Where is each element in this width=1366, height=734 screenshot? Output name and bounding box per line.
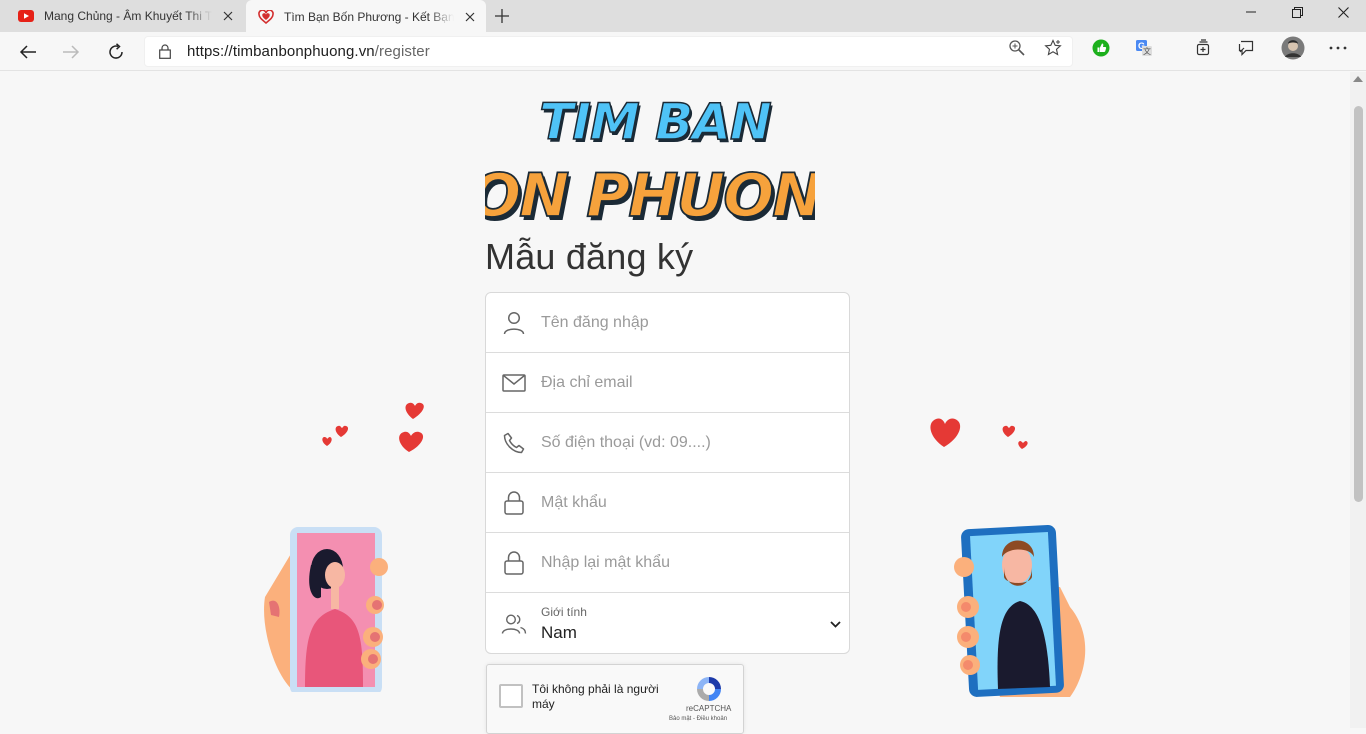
password-input[interactable] <box>541 493 821 512</box>
envelope-icon <box>501 370 527 396</box>
close-window-button[interactable] <box>1320 0 1366 24</box>
gender-label: Giới tính <box>541 605 587 619</box>
close-tab-icon[interactable] <box>218 6 238 26</box>
recaptcha-links[interactable]: Bảo mật - Điều khoản <box>669 716 727 722</box>
translate-icon[interactable]: G文 <box>1135 39 1153 57</box>
svg-text:BON PHUONG: BON PHUONG <box>485 161 815 231</box>
email-field[interactable] <box>486 353 849 413</box>
address-bar-row: https://timbanbonphuong.vn/register G文 <box>0 32 1366 71</box>
confirm-password-input[interactable] <box>541 553 821 572</box>
username-field[interactable] <box>486 293 849 353</box>
page-content: TIM BAN TIM BAN BON PHUONG BON PHUONG Mẫ… <box>0 72 1350 734</box>
scrollbar-thumb[interactable] <box>1354 106 1363 502</box>
phone-field[interactable] <box>486 413 849 473</box>
url-bar[interactable]: https://timbanbonphuong.vn/register <box>144 36 1073 67</box>
youtube-icon <box>18 8 34 24</box>
email-input[interactable] <box>541 373 821 392</box>
recaptcha-checkbox[interactable] <box>499 684 523 708</box>
tab-timbanbonphuong[interactable]: Tìm Bạn Bốn Phương - Kết Bạn Hẹn Hò <box>246 0 486 33</box>
minimize-button[interactable] <box>1228 0 1274 24</box>
lock-icon[interactable] <box>159 44 175 60</box>
svg-text:TIM BAN: TIM BAN <box>539 93 771 151</box>
recaptcha-label: Tôi không phải là người máy <box>532 682 659 711</box>
man-phone-illustration <box>930 418 1086 697</box>
site-logo[interactable]: TIM BAN TIM BAN BON PHUONG BON PHUONG <box>485 84 815 232</box>
tab-bar: Mang Chủng - Âm Khuyết Thi Thính Tìm Bạn… <box>0 0 1366 33</box>
new-tab-button[interactable] <box>490 4 514 28</box>
extension-green-icon[interactable] <box>1092 39 1110 57</box>
svg-text:文: 文 <box>1143 46 1151 56</box>
tab-youtube[interactable]: Mang Chủng - Âm Khuyết Thi Thính <box>6 0 244 32</box>
register-form: Giới tính Nam <box>485 292 850 654</box>
chevron-down-icon[interactable] <box>827 620 843 628</box>
heart-icon <box>322 402 424 452</box>
more-menu-icon[interactable] <box>1329 39 1347 57</box>
recaptcha-brand: reCAPTCHA <box>686 704 732 713</box>
refresh-button[interactable] <box>100 36 132 68</box>
user-icon <box>501 310 527 336</box>
tab-title: Mang Chủng - Âm Khuyết Thi Thính <box>44 9 212 23</box>
favorite-star-icon[interactable] <box>1044 39 1062 57</box>
heart-icon <box>258 9 274 25</box>
password-field[interactable] <box>486 473 849 533</box>
tab-title: Tìm Bạn Bốn Phương - Kết Bạn Hẹn Hò <box>284 9 454 24</box>
form-title: Mẫu đăng ký <box>485 236 694 277</box>
collections-icon[interactable] <box>1194 39 1212 57</box>
recaptcha-logo-icon <box>697 677 721 701</box>
username-input[interactable] <box>541 313 821 332</box>
zoom-icon[interactable] <box>1008 39 1026 57</box>
back-button[interactable] <box>12 36 44 68</box>
lock-icon <box>501 550 527 576</box>
confirm-password-field[interactable] <box>486 533 849 593</box>
gender-value[interactable]: Nam <box>541 623 827 643</box>
phone-input[interactable] <box>541 433 821 452</box>
phone-icon <box>501 430 527 456</box>
gender-select[interactable]: Giới tính Nam <box>486 593 849 653</box>
page-scrollbar[interactable] <box>1350 72 1366 728</box>
forward-button[interactable] <box>55 36 87 68</box>
lock-icon <box>501 490 527 516</box>
scroll-up-arrow-icon[interactable] <box>1353 76 1363 82</box>
heart-icon <box>930 418 1028 449</box>
restore-button[interactable] <box>1274 0 1320 24</box>
recaptcha-widget: Tôi không phải là người máy reCAPTCHA Bả… <box>486 664 744 734</box>
url-text: https://timbanbonphuong.vn/register <box>187 43 430 60</box>
feedback-icon[interactable] <box>1237 39 1255 57</box>
close-tab-icon[interactable] <box>460 7 480 27</box>
woman-phone-illustration <box>264 402 424 692</box>
profile-avatar[interactable] <box>1281 36 1305 60</box>
users-icon <box>501 611 527 637</box>
